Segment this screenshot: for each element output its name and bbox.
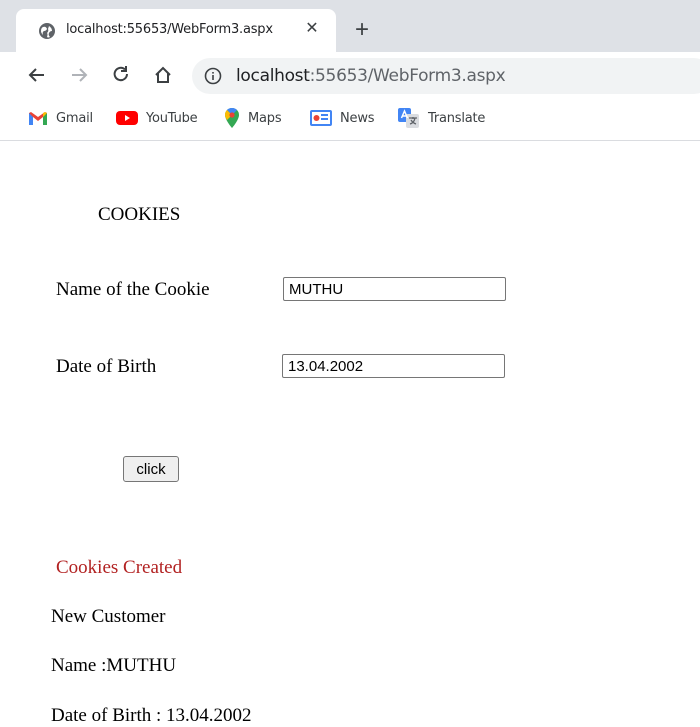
cookie-name-input[interactable]	[283, 277, 506, 301]
bookmark-label: Maps	[248, 110, 282, 126]
gmail-icon	[29, 112, 47, 125]
translate-icon	[398, 108, 419, 128]
browser-toolbar: localhost:55653/WebForm3.aspx	[0, 52, 700, 100]
reload-icon[interactable]	[108, 62, 134, 88]
bookmark-label: News	[340, 110, 375, 126]
dob-output: Date of Birth : 13.04.2002	[51, 705, 252, 726]
browser-tab[interactable]: localhost:55653/WebForm3.aspx ✕	[16, 9, 336, 52]
url-host: localhost	[236, 66, 310, 86]
back-icon[interactable]	[24, 62, 50, 88]
dob-label: Date of Birth	[56, 356, 157, 377]
forward-icon[interactable]	[66, 62, 92, 88]
maps-icon	[224, 108, 239, 128]
status-message: Cookies Created	[56, 557, 183, 578]
customer-type-text: New Customer	[51, 606, 166, 627]
home-icon[interactable]	[150, 62, 176, 88]
new-tab-icon[interactable]: +	[350, 18, 374, 43]
tab-strip: localhost:55653/WebForm3.aspx ✕ +	[0, 0, 700, 52]
cookie-name-label: Name of the Cookie	[56, 279, 210, 300]
page-title: COOKIES	[98, 204, 181, 225]
bookmark-label: YouTube	[146, 110, 198, 126]
bookmark-gmail[interactable]: Gmail	[28, 108, 93, 128]
address-url[interactable]: localhost:55653/WebForm3.aspx	[236, 66, 506, 86]
bookmark-youtube[interactable]: YouTube	[116, 108, 198, 128]
youtube-icon	[116, 111, 138, 125]
info-icon[interactable]	[204, 67, 222, 85]
bookmark-maps[interactable]: Maps	[224, 108, 282, 128]
cookie-name-output: Name :MUTHU	[51, 655, 177, 676]
tab-title: localhost:55653/WebForm3.aspx	[66, 22, 273, 37]
url-path: :55653/WebForm3.aspx	[309, 66, 506, 86]
address-bar[interactable]: localhost:55653/WebForm3.aspx	[192, 58, 700, 94]
dob-input[interactable]	[282, 354, 505, 378]
bookmark-translate[interactable]: Translate	[398, 108, 485, 128]
tab-close-icon[interactable]: ✕	[302, 19, 322, 39]
bookmark-news[interactable]: News	[310, 108, 375, 128]
bookmark-label: Translate	[428, 110, 486, 126]
page-content: COOKIES Name of the Cookie Date of Birth…	[0, 141, 700, 727]
globe-icon	[39, 23, 55, 39]
news-icon	[310, 110, 332, 126]
click-button[interactable]: click	[123, 456, 179, 482]
bookmarks-bar: Gmail YouTube Maps News Translate	[0, 100, 700, 141]
bookmark-label: Gmail	[56, 110, 93, 126]
